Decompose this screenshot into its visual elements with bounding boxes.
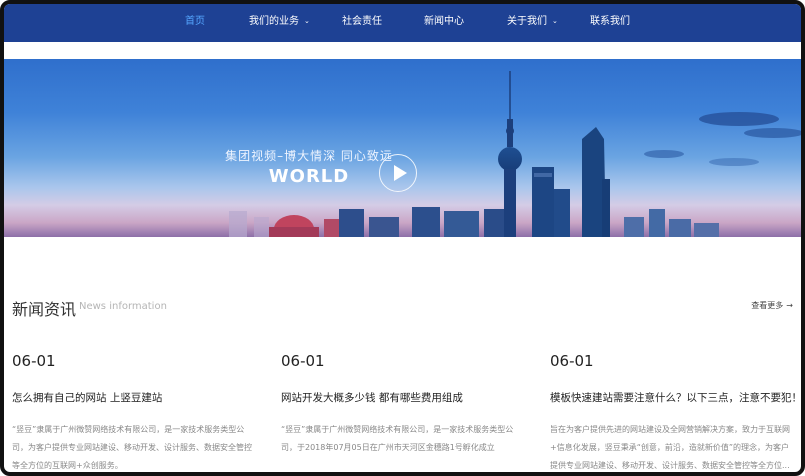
- news-description: 旨在为客户提供先进的网站建设及全网营销解决方案，致力于互联网+信息化发展，竖豆秉…: [550, 425, 790, 470]
- news-description: “竖豆”隶属于广州微赞网络技术有限公司，是一家技术服务类型公司，于2018年07…: [281, 425, 514, 452]
- nav-item-about[interactable]: 关于我们 ⌄: [507, 4, 558, 42]
- news-date: 06-01: [550, 352, 594, 370]
- top-nav: 首页 我们的业务 ⌄ 社会责任 新闻中心 关于我们 ⌄ 联系我们: [4, 4, 801, 42]
- nav-label: 新闻中心: [424, 16, 464, 27]
- chevron-down-icon: ⌄: [304, 17, 310, 25]
- news-headline[interactable]: 模板快速建站需要注意什么？以下三点，注意不要犯！: [550, 390, 801, 405]
- nav-item-home[interactable]: 首页: [185, 4, 205, 42]
- nav-item-business[interactable]: 我们的业务 ⌄: [249, 4, 310, 42]
- nav-label: 社会责任: [342, 16, 382, 27]
- news-section-title: 新闻资讯: [12, 300, 77, 319]
- nav-label: 联系我们: [590, 16, 630, 27]
- banner-title: WORLD: [268, 166, 350, 187]
- more-link[interactable]: 查看更多 →: [751, 300, 793, 311]
- nav-label: 首页: [185, 16, 205, 27]
- banner-subtitle: 集团视频–博大情深 同心致远: [225, 149, 393, 163]
- hero-banner: 集团视频–博大情深 同心致远 WORLD: [4, 59, 801, 237]
- nav-label: 关于我们: [507, 16, 547, 27]
- news-date: 06-01: [12, 352, 56, 370]
- news-headline[interactable]: 怎么拥有自己的网站 上竖豆建站: [12, 390, 257, 405]
- news-card[interactable]: 06-01 怎么拥有自己的网站 上竖豆建站 “竖豆”隶属于广州微赞网络技术有限公…: [12, 352, 257, 472]
- nav-item-news[interactable]: 新闻中心: [424, 4, 464, 42]
- news-headline[interactable]: 网站开发大概多少钱 都有哪些费用组成: [281, 390, 526, 405]
- chevron-down-icon: ⌄: [552, 17, 558, 25]
- nav-item-social[interactable]: 社会责任: [342, 4, 382, 42]
- news-date: 06-01: [281, 352, 325, 370]
- more-label: 查看更多: [751, 301, 784, 310]
- news-card[interactable]: 06-01 网站开发大概多少钱 都有哪些费用组成 “竖豆”隶属于广州微赞网络技术…: [281, 352, 526, 457]
- news-card[interactable]: 06-01 模板快速建站需要注意什么？以下三点，注意不要犯！ 旨在为客户提供先进…: [550, 352, 801, 472]
- browser-frame: 首页 我们的业务 ⌄ 社会责任 新闻中心 关于我们 ⌄ 联系我们 集团视频–博大…: [0, 0, 805, 476]
- arrow-right-icon: →: [786, 301, 793, 310]
- news-description: “竖豆”隶属于广州微赞网络技术有限公司，是一家技术服务类型公司，为客户提供专业网…: [12, 425, 252, 470]
- news-section-subtitle: News information: [79, 301, 167, 312]
- nav-item-contact[interactable]: 联系我们: [590, 4, 630, 42]
- nav-label: 我们的业务: [249, 16, 299, 27]
